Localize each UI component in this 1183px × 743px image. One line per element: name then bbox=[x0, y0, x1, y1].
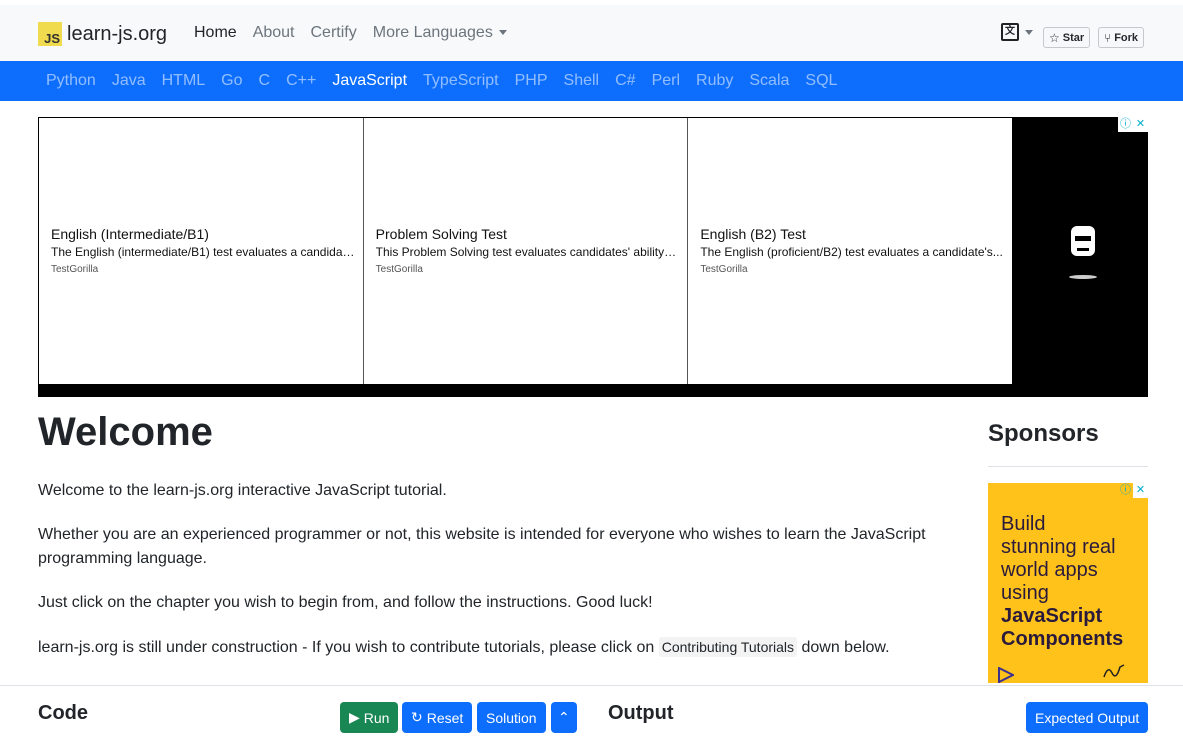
nav-more-languages[interactable]: More Languages bbox=[373, 22, 507, 44]
ad-item[interactable]: Problem Solving Test This Problem Solvin… bbox=[364, 118, 689, 384]
lang-python[interactable]: Python bbox=[46, 72, 96, 90]
contributing-tutorials-link[interactable]: Contributing Tutorials bbox=[658, 637, 798, 657]
chevron-down-icon bbox=[498, 30, 507, 36]
adchoices-icon[interactable]: ⓘ bbox=[1118, 483, 1133, 498]
sponsors-heading: Sponsors bbox=[988, 420, 1099, 447]
solution-button[interactable]: Solution bbox=[477, 702, 546, 733]
gorilla-logo-icon bbox=[1069, 226, 1097, 279]
nav-about[interactable]: About bbox=[253, 22, 295, 44]
github-star-button[interactable]: ☆ Star bbox=[1043, 27, 1091, 48]
refresh-icon: ↻ bbox=[411, 709, 423, 725]
js-logo: JS bbox=[38, 22, 62, 46]
lang-scala[interactable]: Scala bbox=[749, 72, 789, 90]
nav-home[interactable]: Home bbox=[194, 22, 237, 44]
lang-cpp[interactable]: C++ bbox=[286, 72, 316, 90]
close-icon[interactable]: ✕ bbox=[1133, 483, 1148, 498]
ad-item[interactable]: English (Intermediate/B1) The English (i… bbox=[39, 118, 364, 384]
lang-csharp[interactable]: C# bbox=[615, 72, 635, 90]
lang-php[interactable]: PHP bbox=[515, 72, 548, 90]
expand-button[interactable]: ⌃ bbox=[551, 702, 577, 733]
translate-icon: 文 bbox=[1001, 23, 1019, 41]
sponsor-ad[interactable]: Build stunning real world apps using Jav… bbox=[988, 483, 1148, 683]
play-icon: ▶ bbox=[349, 709, 360, 725]
ad-item[interactable]: English (B2) Test The English (proficien… bbox=[688, 118, 1012, 384]
github-fork-button[interactable]: ⑂ Fork bbox=[1098, 27, 1145, 48]
audience-paragraph: Whether you are an experienced programme… bbox=[38, 526, 926, 567]
squiggle-icon bbox=[1103, 664, 1125, 678]
lang-ruby[interactable]: Ruby bbox=[696, 72, 733, 90]
adchoices-icon[interactable]: ⓘ bbox=[1118, 117, 1133, 132]
run-button[interactable]: ▶ Run bbox=[340, 702, 399, 733]
fork-icon: ⑂ bbox=[1104, 30, 1112, 45]
lang-go[interactable]: Go bbox=[221, 72, 242, 90]
nav-certify[interactable]: Certify bbox=[311, 22, 357, 44]
lang-java[interactable]: Java bbox=[112, 72, 146, 90]
lang-typescript[interactable]: TypeScript bbox=[423, 72, 499, 90]
instructions-paragraph: Just click on the chapter you wish to be… bbox=[38, 594, 653, 611]
output-label: Output bbox=[608, 702, 674, 724]
lang-javascript[interactable]: JavaScript bbox=[332, 72, 407, 90]
top-navbar: JS learn-js.org Home About Certify More … bbox=[0, 5, 1183, 61]
language-bar: Python Java HTML Go C C++ JavaScript Typ… bbox=[0, 61, 1183, 101]
divider bbox=[988, 466, 1148, 467]
expected-output-button[interactable]: Expected Output bbox=[1026, 702, 1149, 733]
contribute-paragraph: learn-js.org is still under construction… bbox=[38, 637, 890, 657]
intro-paragraph: Welcome to the learn-js.org interactive … bbox=[38, 482, 447, 499]
brand-link[interactable]: JS learn-js.org bbox=[38, 22, 167, 46]
lang-sql[interactable]: SQL bbox=[805, 72, 837, 90]
chevron-down-icon bbox=[1025, 29, 1033, 35]
lang-c[interactable]: C bbox=[259, 72, 271, 90]
page-title: Welcome bbox=[38, 410, 213, 454]
lang-perl[interactable]: Perl bbox=[652, 72, 680, 90]
code-toolbar: Code ▶ Run ↻ Reset Solution ⌃ Output Expec… bbox=[0, 685, 1183, 743]
lang-html[interactable]: HTML bbox=[162, 72, 206, 90]
reset-button[interactable]: ↻ Reset bbox=[402, 702, 473, 733]
brand-text: learn-js.org bbox=[67, 22, 168, 45]
close-icon[interactable]: ✕ bbox=[1133, 117, 1148, 132]
chevrons-up-icon: ⌃ bbox=[558, 709, 570, 725]
lang-shell[interactable]: Shell bbox=[564, 72, 600, 90]
banner-ad: English (Intermediate/B1) The English (i… bbox=[38, 117, 1148, 397]
translate-dropdown[interactable]: 文 bbox=[1001, 23, 1033, 41]
star-icon: ☆ bbox=[1049, 30, 1060, 45]
play-icon bbox=[998, 667, 1014, 683]
code-label: Code bbox=[38, 702, 88, 724]
